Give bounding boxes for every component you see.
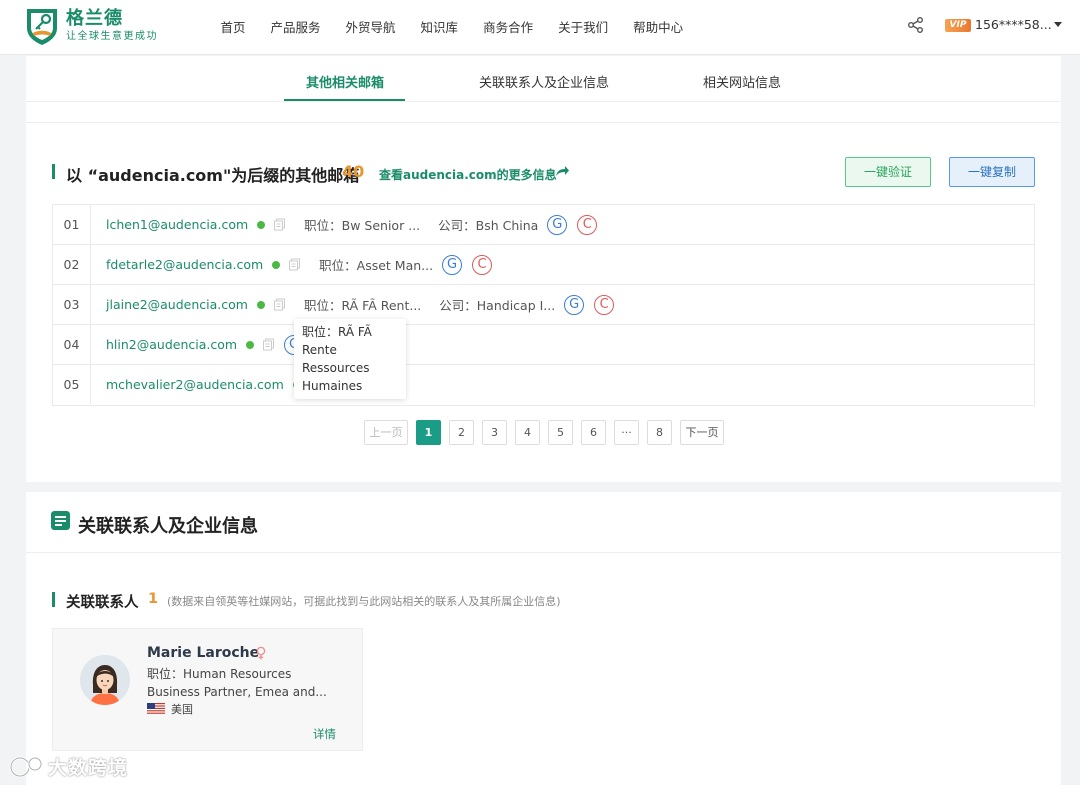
card-header: 关联联系人及企业信息 (26, 492, 1061, 553)
related-contacts-card: 关联联系人及企业信息 关联联系人 1 (数据来自领英等社媒网站，可据此找到与此网… (26, 492, 1061, 785)
tab-related-contacts[interactable]: 关联联系人及企业信息 (479, 72, 609, 91)
page-button[interactable]: 8 (647, 420, 672, 445)
tab-related-websites[interactable]: 相关网站信息 (703, 72, 781, 91)
email-link[interactable]: fdetarle2@audencia.com (106, 257, 263, 272)
page-button[interactable]: 2 (449, 420, 474, 445)
row-number: 02 (53, 245, 91, 284)
email-link[interactable]: hlin2@audencia.com (106, 337, 237, 352)
row-number: 04 (53, 325, 91, 364)
female-icon (256, 646, 266, 660)
more-info-link[interactable]: 查看audencia.com的更多信息 (379, 166, 557, 183)
copy-icon[interactable] (288, 258, 301, 271)
page-button[interactable]: 6 (581, 420, 606, 445)
caret-down-icon[interactable] (1054, 22, 1062, 27)
related-contacts-title: 关联联系人 (66, 595, 139, 611)
related-section-title: 关联联系人及企业信息 (78, 516, 258, 537)
contact-position: 职位：Human Resources Business Partner, Eme… (147, 667, 327, 699)
avatar (80, 655, 130, 705)
contact-country: 美国 (171, 703, 193, 716)
logo-title: 格兰德 (66, 8, 123, 29)
nav-business-cooperation[interactable]: 商务合作 (483, 17, 533, 36)
female-avatar-icon (80, 655, 130, 705)
next-page-button[interactable]: 下一页 (680, 420, 724, 445)
position-field: 职位：Bw Senior ... (304, 218, 421, 233)
company-search-icon[interactable]: C (577, 214, 598, 235)
verify-all-button[interactable]: 一键验证 (845, 157, 931, 187)
section-tabs: 其他相关邮箱 关联联系人及企业信息 相关网站信息 (26, 56, 1061, 102)
related-contacts-note: (数据来自领英等社媒网站，可据此找到与此网站相关的联系人及其所属企业信息) (167, 595, 561, 608)
page-ellipsis-button[interactable]: ··· (614, 420, 639, 445)
us-flag-icon (147, 703, 165, 714)
company-field: 公司：Bsh China (438, 218, 539, 233)
company-field: 公司：Handicap I... (439, 298, 556, 313)
contact-detail-link[interactable]: 详情 (313, 726, 336, 742)
section-title-marker (52, 592, 55, 607)
page-button[interactable]: 1 (416, 420, 441, 445)
main-nav: 首页 产品服务 外贸导航 知识库 商务合作 关于我们 帮助中心 (208, 0, 696, 52)
copy-icon[interactable] (273, 298, 286, 311)
copy-icon[interactable] (262, 338, 275, 351)
pagination: 上一页 1 2 3 4 5 6 ··· 8 下一页 (364, 420, 732, 445)
position-field: 职位：RÃ FÃ Rent... (303, 298, 422, 313)
watermark-text: 大数跨境 (48, 757, 129, 779)
nav-products[interactable]: 产品服务 (271, 17, 321, 36)
watermark: 大数跨境 (8, 753, 128, 780)
logo[interactable]: 格兰德 让全球生意更成功 (24, 6, 158, 46)
contact-name: Marie Laroche (147, 645, 260, 661)
active-tab-indicator (284, 99, 405, 101)
nav-home[interactable]: 首页 (221, 17, 246, 36)
tab-other-emails[interactable]: 其他相关邮箱 (306, 72, 384, 91)
company-search-icon[interactable]: C (472, 254, 493, 275)
table-row: 05 mchevalier2@audencia.com G C (53, 365, 1034, 405)
email-link[interactable]: mchevalier2@audencia.com (106, 377, 284, 392)
user-account-phone[interactable]: 156****58... (975, 17, 1052, 32)
email-link[interactable]: lchen1@audencia.com (106, 217, 248, 232)
contact-card[interactable]: Marie Laroche 职位：Human Resources Busines… (52, 628, 363, 751)
other-emails-card: 其他相关邮箱 关联联系人及企业信息 相关网站信息 以 “audencia.com… (26, 56, 1061, 482)
table-row: 03 jlaine2@audencia.com 职位：RÃ FÃ Rent...… (53, 285, 1034, 325)
copy-all-button[interactable]: 一键复制 (949, 157, 1035, 187)
share-arrow-icon[interactable] (554, 164, 570, 178)
google-search-icon[interactable]: G (564, 294, 585, 315)
position-tooltip: 职位：RÃ FÃ Rente Ressources Humaines (294, 319, 406, 399)
list-card-icon (51, 511, 70, 530)
emails-count: 40 (342, 162, 365, 181)
table-row: 02 fdetarle2@audencia.com 职位：Asset Man..… (53, 245, 1034, 285)
table-row: 01 lchen1@audencia.com 职位：Bw Senior ... … (53, 205, 1034, 245)
nav-knowledge-base[interactable]: 知识库 (421, 17, 459, 36)
share-icon[interactable] (907, 16, 925, 34)
vip-badge: VIP (945, 19, 971, 32)
prev-page-button[interactable]: 上一页 (364, 420, 408, 445)
row-number: 01 (53, 205, 91, 244)
shield-key-logo-icon (27, 9, 57, 45)
valid-status-dot (246, 340, 255, 349)
logo-slogan: 让全球生意更成功 (66, 31, 158, 42)
table-row: 04 hlin2@audencia.com G (53, 325, 1034, 365)
google-search-icon[interactable]: G (442, 254, 463, 275)
watermark-logo-icon (9, 756, 43, 777)
section-title-marker (52, 164, 55, 179)
top-header: 格兰德 让全球生意更成功 首页 产品服务 外贸导航 知识库 商务合作 关于我们 … (0, 0, 1080, 55)
email-link[interactable]: jlaine2@audencia.com (106, 297, 248, 312)
row-number: 03 (53, 285, 91, 324)
valid-status-dot (257, 220, 266, 229)
emails-section-title: 以 “audencia.com"为后缀的其他邮箱 (66, 166, 360, 185)
google-search-icon[interactable]: G (547, 214, 568, 235)
position-field: 职位：Asset Man... (319, 258, 434, 273)
valid-status-dot (256, 300, 265, 309)
nav-about-us[interactable]: 关于我们 (558, 17, 608, 36)
valid-status-dot (272, 260, 281, 269)
page-button[interactable]: 5 (548, 420, 573, 445)
related-contacts-count: 1 (148, 591, 159, 607)
company-search-icon[interactable]: C (594, 294, 615, 315)
nav-trade-navigation[interactable]: 外贸导航 (346, 17, 396, 36)
emails-table: 01 lchen1@audencia.com 职位：Bw Senior ... … (52, 204, 1035, 406)
row-number: 05 (53, 365, 91, 404)
divider (26, 122, 1061, 123)
page-button[interactable]: 4 (515, 420, 540, 445)
page-button[interactable]: 3 (482, 420, 507, 445)
copy-icon[interactable] (273, 218, 286, 231)
nav-help-center[interactable]: 帮助中心 (633, 17, 683, 36)
